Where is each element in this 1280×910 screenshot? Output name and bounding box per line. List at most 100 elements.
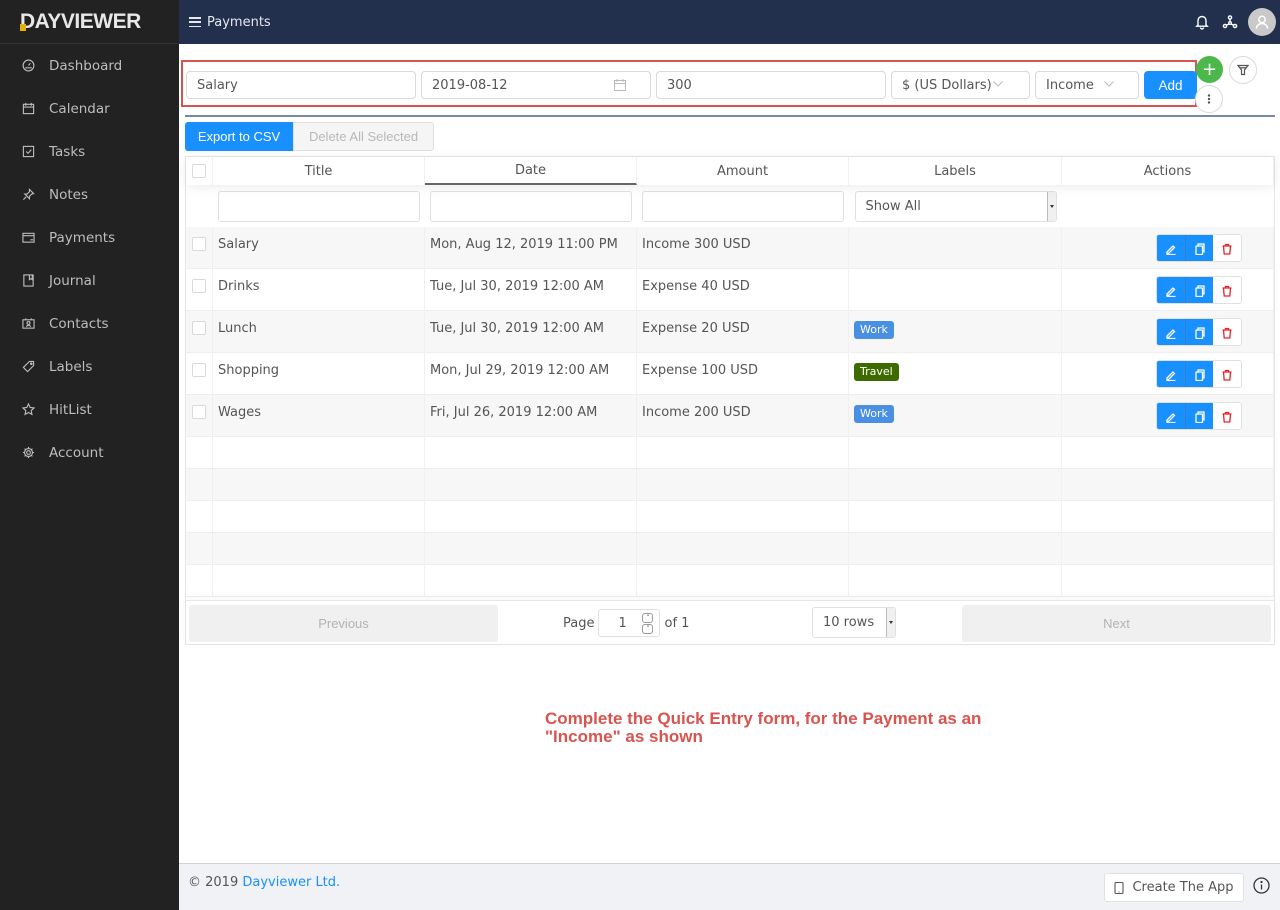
row-select-cell (186, 311, 213, 353)
duplicate-button[interactable] (1185, 277, 1213, 303)
sidebar-item-label: Journal (49, 272, 96, 289)
delete-button[interactable] (1213, 319, 1241, 345)
sidebar-item-contacts[interactable]: Contacts (0, 302, 179, 345)
table-row[interactable]: Wages Fri, Jul 26, 2019 12:00 AM Income … (186, 395, 1274, 437)
avatar[interactable] (1248, 8, 1276, 36)
more-vertical-icon (1207, 94, 1211, 104)
copy-icon (1194, 327, 1205, 339)
payment-type-select[interactable]: Income (1035, 71, 1139, 99)
date-filter-input[interactable] (430, 190, 632, 222)
row-checkbox[interactable] (192, 279, 206, 293)
label-badge[interactable]: Travel (854, 363, 899, 381)
sidebar-item-calendar[interactable]: Calendar (0, 87, 179, 130)
edit-button[interactable] (1157, 403, 1185, 429)
create-app-button[interactable]: Create The App (1104, 873, 1244, 902)
sidebar-item-hitlist[interactable]: HitList (0, 388, 179, 431)
labels-filter-select[interactable]: Show All (854, 190, 1057, 222)
sidebar-item-labels[interactable]: Labels (0, 345, 179, 388)
label-badge[interactable]: Work (854, 405, 894, 423)
header-labels[interactable]: Labels (849, 157, 1062, 185)
page-title: Payments (207, 14, 271, 30)
duplicate-button[interactable] (1185, 361, 1213, 387)
company-link[interactable]: Dayviewer Ltd. (242, 875, 340, 890)
sidebar-item-dashboard[interactable]: Dashboard (0, 44, 179, 87)
date-input-value: 2019-08-12 (432, 77, 508, 93)
logo[interactable]: DAYVIEWER (0, 0, 179, 44)
title-input[interactable]: Salary (186, 71, 416, 99)
bell-icon[interactable] (1188, 8, 1216, 36)
copy-icon (1194, 243, 1205, 255)
duplicate-button[interactable] (1185, 319, 1213, 345)
rows-per-page-select[interactable]: 10 rows (812, 607, 896, 638)
sidebar-item-account[interactable]: Account (0, 431, 179, 474)
duplicate-button[interactable] (1185, 235, 1213, 261)
previous-button[interactable]: Previous (189, 605, 498, 642)
calendar-icon (21, 102, 35, 116)
date-input[interactable]: 2019-08-12 (421, 71, 651, 99)
spin-up-icon[interactable]: ˄ (642, 613, 654, 623)
table-row[interactable]: Shopping Mon, Jul 29, 2019 12:00 AM Expe… (186, 353, 1274, 395)
label-badge[interactable]: Work (854, 321, 894, 339)
trash-icon (1222, 285, 1232, 297)
menu-toggle-icon[interactable] (189, 17, 201, 27)
edit-button[interactable] (1157, 235, 1185, 261)
delete-button[interactable] (1213, 403, 1241, 429)
header-title[interactable]: Title (213, 157, 425, 185)
dropdown-arrow-icon (1046, 191, 1056, 221)
filter-cell (213, 185, 425, 227)
empty-cell (425, 565, 637, 597)
amount-filter-input[interactable] (642, 190, 844, 222)
info-icon[interactable] (1253, 877, 1270, 894)
export-csv-button[interactable]: Export to CSV (185, 122, 293, 151)
filter-cell (1062, 185, 1274, 227)
sidebar-item-tasks[interactable]: Tasks (0, 130, 179, 173)
next-button[interactable]: Next (962, 605, 1271, 642)
title-filter-input[interactable] (218, 190, 420, 222)
instruction-text: Complete the Quick Entry form, for the P… (545, 709, 982, 746)
header-amount[interactable]: Amount (637, 157, 849, 185)
amount-input[interactable]: 300 (656, 71, 886, 99)
row-checkbox[interactable] (192, 321, 206, 335)
empty-cell (849, 501, 1062, 533)
page-number-input[interactable]: 1 ˄ ˅ (598, 609, 661, 637)
sidebar-item-journal[interactable]: Journal (0, 259, 179, 302)
row-select-cell (186, 353, 213, 395)
edit-button[interactable] (1157, 319, 1185, 345)
empty-cell (213, 565, 425, 597)
cell-date: Tue, Jul 30, 2019 12:00 AM (425, 311, 637, 353)
table-row[interactable]: Salary Mon, Aug 12, 2019 11:00 PM Income… (186, 227, 1274, 269)
sidebar-item-notes[interactable]: Notes (0, 173, 179, 216)
pin-icon (21, 188, 35, 202)
delete-button[interactable] (1213, 235, 1241, 261)
delete-button[interactable] (1213, 277, 1241, 303)
sidebar-item-payments[interactable]: Payments (0, 216, 179, 259)
header-date[interactable]: Date (425, 157, 637, 185)
edit-button[interactable] (1157, 277, 1185, 303)
empty-cell (849, 469, 1062, 501)
table-row[interactable]: Lunch Tue, Jul 30, 2019 12:00 AM Expense… (186, 311, 1274, 353)
trash-icon (1222, 327, 1232, 339)
delete-button[interactable] (1213, 361, 1241, 387)
add-button[interactable]: Add (1144, 71, 1197, 99)
more-options-button[interactable] (1195, 85, 1223, 113)
edit-button[interactable] (1157, 361, 1185, 387)
page-spinner[interactable]: ˄ ˅ (642, 613, 654, 634)
network-icon[interactable] (1216, 8, 1244, 36)
duplicate-button[interactable] (1185, 403, 1213, 429)
filter-button[interactable] (1229, 56, 1257, 84)
row-checkbox[interactable] (192, 237, 206, 251)
copy-icon (1194, 369, 1205, 381)
table-row[interactable]: Drinks Tue, Jul 30, 2019 12:00 AM Expens… (186, 269, 1274, 311)
add-payment-button[interactable]: + (1196, 56, 1223, 83)
row-checkbox[interactable] (192, 363, 206, 377)
currency-select[interactable]: $ (US Dollars) (891, 71, 1030, 99)
copyright: © 2019 Dayviewer Ltd. (188, 875, 340, 890)
amount-input-value: 300 (667, 77, 692, 93)
row-checkbox[interactable] (192, 405, 206, 419)
empty-row (186, 437, 1274, 469)
page-total: of 1 (664, 615, 690, 631)
delete-selected-button[interactable]: Delete All Selected (293, 122, 434, 151)
spin-down-icon[interactable]: ˅ (642, 624, 654, 634)
select-all-checkbox[interactable] (192, 164, 206, 178)
credit-card-icon (21, 231, 35, 245)
